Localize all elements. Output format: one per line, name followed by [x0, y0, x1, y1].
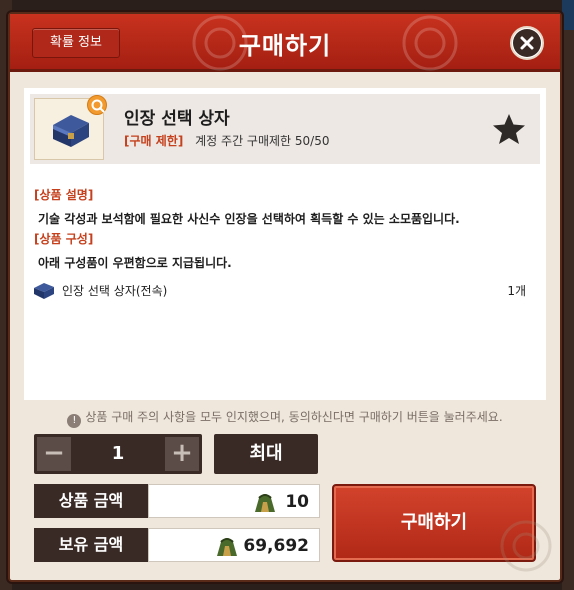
- owned-value-box: 69,692: [148, 528, 320, 562]
- composition-title: [상품 구성]: [34, 232, 94, 246]
- item-icon-frame[interactable]: [34, 95, 107, 160]
- quantity-value[interactable]: 1: [74, 434, 162, 474]
- max-quantity-button[interactable]: 최대: [214, 434, 318, 474]
- purchase-limit: [구매 제한] 계정 주간 구매제한 50/50: [124, 132, 330, 149]
- description-title: [상품 설명]: [34, 188, 94, 202]
- price-value-box: 10: [148, 484, 320, 518]
- description-text: 기술 각성과 보석함에 필요한 사신수 인장을 선택하여 획득할 수 있는 소모…: [38, 212, 460, 226]
- purchase-modal: 확률 정보 구매하기 인장 선택 상자 [구매 제한] 계정 주간 구매제한 5…: [8, 12, 562, 582]
- owned-amount-row: 보유 금액 69,692: [34, 528, 320, 562]
- owned-label: 보유 금액: [34, 528, 148, 562]
- composition-item-name: 인장 선택 상자(전속): [62, 284, 168, 298]
- list-item: 인장 선택 상자(전속) 1개: [32, 280, 536, 300]
- owned-value: 69,692: [243, 536, 309, 556]
- modal-header: 확률 정보 구매하기: [10, 14, 560, 72]
- close-button[interactable]: [510, 26, 544, 60]
- star-icon[interactable]: [492, 112, 526, 146]
- item-summary: 인장 선택 상자 [구매 제한] 계정 주간 구매제한 50/50: [30, 94, 540, 164]
- decrease-button[interactable]: −: [37, 437, 71, 471]
- item-name: 인장 선택 상자: [124, 109, 230, 129]
- close-icon: [513, 29, 541, 57]
- composition-text: 아래 구성품이 우편함으로 지급됩니다.: [38, 256, 232, 270]
- notice-text: 상품 구매 주의 사항을 모두 인지했으며, 동의하신다면 구매하기 버튼을 눌…: [85, 410, 503, 424]
- composition-item-qty: 1개: [507, 284, 526, 298]
- product-price-row: 상품 금액 10: [34, 484, 320, 518]
- info-icon: !: [67, 414, 82, 428]
- magnifier-icon[interactable]: [87, 95, 107, 115]
- increase-button[interactable]: +: [165, 437, 199, 471]
- blue-treasure-box-icon: [34, 283, 54, 299]
- modal-title: 구매하기: [238, 32, 332, 60]
- limit-tag: [구매 제한]: [124, 134, 184, 148]
- quantity-stepper: − 1 +: [34, 434, 202, 474]
- green-ingot-currency-icon: [255, 494, 275, 512]
- green-ingot-currency-icon: [217, 538, 237, 556]
- price-value: 10: [285, 492, 309, 512]
- price-label: 상품 금액: [34, 484, 148, 518]
- product-content: 인장 선택 상자 [구매 제한] 계정 주간 구매제한 50/50 [상품 설명…: [24, 88, 546, 400]
- background-top-badge: [562, 0, 574, 30]
- corner-pattern: [500, 520, 552, 572]
- limit-text: 계정 주간 구매제한 50/50: [195, 134, 330, 148]
- purchase-notice: ! 상품 구매 주의 사항을 모두 인지했으며, 동의하신다면 구매하기 버튼을 …: [10, 408, 560, 428]
- background-right-edge: [562, 0, 574, 590]
